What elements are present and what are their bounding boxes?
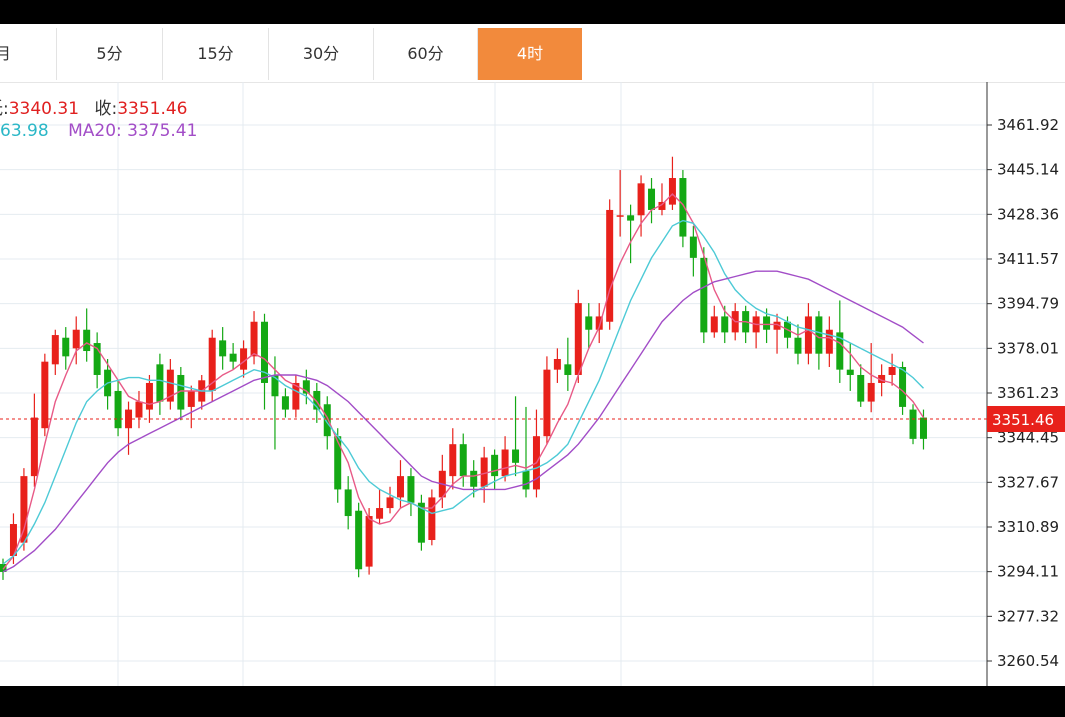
candle-body bbox=[804, 316, 812, 354]
candlestick-chart[interactable]: 3461.92 3445.14 3428.36 3411.57 3394.79 3378.… bbox=[0, 82, 1065, 686]
candle-body bbox=[428, 497, 436, 541]
candle-body bbox=[480, 457, 488, 487]
tab-5min[interactable]: 5分 bbox=[57, 28, 163, 80]
candle-body bbox=[763, 316, 771, 330]
ma20-label: MA20: bbox=[68, 121, 122, 141]
candle-body bbox=[41, 361, 49, 429]
y-tick-label: 3461.92 bbox=[997, 116, 1059, 134]
tab-30min[interactable]: 30分 bbox=[269, 28, 374, 80]
candle-body bbox=[355, 510, 363, 570]
candle-body bbox=[187, 390, 195, 407]
candle-body bbox=[909, 409, 917, 439]
kline-panel: 月 5分 15分 30分 60分 4时 3461.92 3445.14 3428.3… bbox=[0, 24, 1065, 686]
candle-body bbox=[616, 215, 624, 217]
candle-body bbox=[888, 366, 896, 375]
candle-body bbox=[376, 508, 384, 519]
candle-body bbox=[156, 364, 164, 402]
candle-body bbox=[62, 337, 70, 357]
y-tick-label: 3310.89 bbox=[997, 518, 1059, 536]
close-value: 3351.46 bbox=[117, 99, 188, 119]
candle-body bbox=[648, 188, 656, 210]
ma20-value: 3375.41 bbox=[127, 121, 198, 141]
y-tick-label: 3260.54 bbox=[997, 652, 1059, 670]
candle-body bbox=[846, 369, 854, 375]
candle-body bbox=[627, 215, 635, 221]
y-tick-label: 3361.23 bbox=[997, 384, 1059, 402]
ma-readout: 63.98 MA20: 3375.41 bbox=[0, 121, 197, 141]
candle-body bbox=[250, 321, 258, 357]
ma10-line bbox=[2, 219, 924, 565]
candle-body bbox=[396, 476, 404, 498]
y-tick-label: 3378.01 bbox=[997, 339, 1059, 357]
low-value: 3340.31 bbox=[8, 99, 80, 119]
candle-body bbox=[553, 359, 561, 370]
y-tick-label: 3445.14 bbox=[997, 161, 1059, 179]
candle-body bbox=[449, 444, 457, 477]
candle-body bbox=[83, 329, 91, 352]
candle-body bbox=[334, 436, 342, 490]
candle-body bbox=[135, 401, 143, 418]
candle-body bbox=[386, 497, 394, 509]
tab-15min[interactable]: 15分 bbox=[163, 28, 269, 80]
y-tick-label: 3327.67 bbox=[997, 473, 1059, 491]
ma5-line bbox=[2, 193, 925, 570]
candle-body bbox=[710, 316, 718, 333]
candle-body bbox=[407, 476, 415, 503]
tab-4hour[interactable]: 4时 bbox=[478, 28, 582, 80]
candle-body bbox=[30, 417, 38, 477]
candle-body bbox=[501, 449, 509, 477]
low-label: 低: bbox=[0, 99, 9, 119]
candle-body bbox=[919, 417, 927, 439]
candle-body bbox=[668, 178, 676, 205]
candle-body bbox=[564, 364, 572, 375]
candle-body bbox=[689, 236, 697, 258]
candle-body bbox=[51, 335, 59, 365]
candle-body bbox=[365, 516, 373, 567]
current-price-label: 3351.46 bbox=[992, 411, 1054, 429]
candle-body bbox=[344, 489, 352, 517]
candle-body bbox=[470, 470, 478, 487]
candle-body bbox=[543, 369, 551, 437]
candle-body bbox=[574, 303, 582, 375]
y-tick-label: 3277.32 bbox=[997, 607, 1059, 625]
y-tick-label: 3294.11 bbox=[997, 563, 1059, 581]
candle-body bbox=[229, 353, 237, 362]
ohlc-readout: 低:3340.31 收:3351.46 bbox=[0, 94, 188, 119]
period-tab-bar: 月 5分 15分 30分 60分 4时 bbox=[0, 24, 1065, 83]
candle-body bbox=[825, 329, 833, 354]
candle-body bbox=[585, 316, 593, 330]
candle-body bbox=[114, 390, 122, 429]
candle-body bbox=[491, 454, 499, 477]
y-tick-label: 3394.79 bbox=[997, 295, 1059, 313]
candle-body bbox=[700, 257, 708, 333]
candle-body bbox=[281, 396, 289, 410]
close-label: 收: bbox=[94, 99, 118, 119]
tab-60min[interactable]: 60分 bbox=[374, 28, 478, 80]
candle-body bbox=[145, 382, 153, 410]
y-tick-label: 3411.57 bbox=[997, 250, 1059, 268]
candle-body bbox=[721, 316, 729, 333]
y-tick-label: 3428.36 bbox=[997, 205, 1059, 223]
tab-month[interactable]: 月 bbox=[0, 28, 57, 80]
candle-body bbox=[794, 337, 802, 354]
candle-body bbox=[867, 382, 875, 402]
candle-body bbox=[857, 374, 865, 402]
candle-body bbox=[637, 183, 645, 216]
candle-body bbox=[459, 444, 467, 477]
candle-body bbox=[679, 178, 687, 237]
candle-body bbox=[219, 340, 227, 357]
candle-body bbox=[899, 366, 907, 407]
candle-body bbox=[522, 470, 530, 490]
candle-body bbox=[512, 449, 520, 463]
ma10-value: 63.98 bbox=[0, 121, 49, 141]
candle-body bbox=[20, 476, 28, 543]
candle-body bbox=[606, 209, 614, 322]
candle-body bbox=[72, 329, 80, 349]
